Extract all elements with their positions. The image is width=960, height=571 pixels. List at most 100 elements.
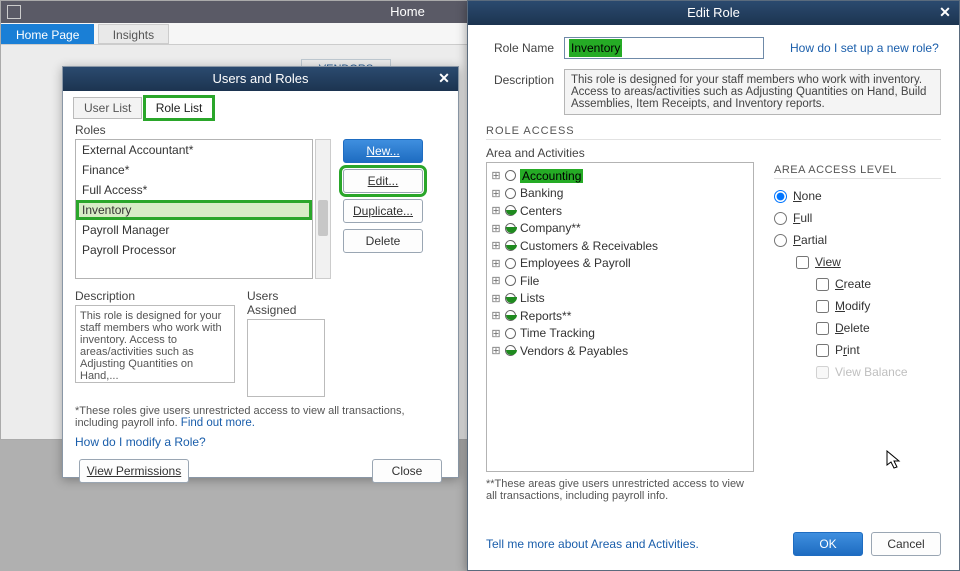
role-description-box: This role is designed for your staff mem…	[75, 305, 235, 383]
access-state-icon	[505, 223, 516, 234]
view-permissions-button[interactable]: View Permissions	[79, 459, 189, 483]
roles-scrollbar[interactable]	[315, 139, 331, 279]
users-assigned-box	[247, 319, 325, 397]
access-view-check[interactable]: View	[796, 255, 941, 269]
areas-note: **These areas give users unrestricted ac…	[486, 478, 754, 502]
users-and-roles-title: Users and Roles	[212, 71, 308, 86]
area-item[interactable]: ⊞ File	[491, 272, 749, 290]
users-and-roles-titlebar[interactable]: Users and Roles ✕	[63, 67, 458, 91]
find-out-more-link[interactable]: Find out more.	[181, 417, 255, 429]
new-button[interactable]: New...	[343, 139, 423, 163]
tab-insights[interactable]: Insights	[98, 24, 169, 44]
access-state-icon	[505, 170, 516, 181]
expand-icon[interactable]: ⊞	[491, 169, 501, 182]
areas-activities-help-link[interactable]: Tell me more about Areas and Activities.	[486, 537, 699, 551]
edit-role-dialog: Edit Role ✕ Role Name Inventory How do I…	[467, 0, 960, 571]
area-access-level-header: AREA ACCESS LEVEL	[774, 164, 941, 179]
role-item[interactable]: External Accountant*	[76, 140, 312, 160]
access-partial-radio[interactable]: Partial	[774, 233, 941, 247]
roles-listbox[interactable]: External Accountant* Finance* Full Acces…	[75, 139, 313, 279]
area-label: Centers	[520, 204, 562, 218]
area-item[interactable]: ⊞ Vendors & Payables	[491, 342, 749, 360]
users-and-roles-dialog: Users and Roles ✕ User List Role List Ro…	[62, 66, 459, 478]
access-state-icon	[505, 258, 516, 269]
area-item[interactable]: ⊞ Centers	[491, 202, 749, 220]
area-label: Time Tracking	[520, 326, 595, 340]
role-item[interactable]: Full Access*	[76, 180, 312, 200]
access-state-icon	[505, 345, 516, 356]
area-item[interactable]: ⊞ Company**	[491, 220, 749, 238]
setup-role-help-link[interactable]: How do I set up a new role?	[790, 37, 939, 55]
access-none-radio[interactable]: None	[774, 189, 941, 203]
expand-icon[interactable]: ⊞	[491, 204, 501, 217]
ok-button[interactable]: OK	[793, 532, 863, 556]
expand-icon[interactable]: ⊞	[491, 292, 501, 305]
role-item[interactable]: Payroll Processor	[76, 240, 312, 260]
area-label: Company**	[520, 221, 581, 235]
area-label: Accounting	[520, 169, 583, 183]
access-modify-check[interactable]: Modify	[816, 299, 941, 313]
expand-icon[interactable]: ⊞	[491, 222, 501, 235]
role-name-label: Role Name	[486, 37, 554, 55]
area-item[interactable]: ⊞Customers & Receivables	[491, 237, 749, 255]
access-print-check[interactable]: Print	[816, 343, 941, 357]
access-state-icon	[505, 205, 516, 216]
access-state-icon	[505, 310, 516, 321]
area-item[interactable]: ⊞ Reports**	[491, 307, 749, 325]
area-label: Vendors & Payables	[520, 344, 628, 358]
users-roles-tabs: User List Role List	[73, 97, 448, 119]
role-item[interactable]: Payroll Manager	[76, 220, 312, 240]
modify-role-link[interactable]: How do I modify a Role?	[75, 435, 446, 449]
popout-icon[interactable]	[7, 5, 21, 19]
access-full-radio[interactable]: Full	[774, 211, 941, 225]
expand-icon[interactable]: ⊞	[491, 257, 501, 270]
role-item[interactable]: Finance*	[76, 160, 312, 180]
area-label: Lists	[520, 291, 545, 305]
area-activities-label: Area and Activities	[486, 146, 941, 160]
users-assigned-label: Users Assigned	[247, 289, 327, 317]
expand-icon[interactable]: ⊞	[491, 239, 501, 252]
role-access-section-header: ROLE ACCESS	[486, 125, 941, 140]
area-item[interactable]: ⊞ Banking	[491, 185, 749, 203]
expand-icon[interactable]: ⊞	[491, 327, 501, 340]
role-desc-label: Description	[486, 69, 554, 87]
tab-home-page[interactable]: Home Page	[1, 24, 94, 44]
unrestricted-note: *These roles give users unrestricted acc…	[75, 405, 446, 429]
edit-button[interactable]: Edit...	[343, 169, 423, 193]
access-create-check[interactable]: Create	[816, 277, 941, 291]
edit-role-title: Edit Role	[687, 5, 740, 20]
cancel-button[interactable]: Cancel	[871, 532, 941, 556]
role-desc-textarea[interactable]: This role is designed for your staff mem…	[564, 69, 941, 115]
access-view-balance-check: View Balance	[816, 365, 941, 379]
access-state-icon	[505, 293, 516, 304]
expand-icon[interactable]: ⊞	[491, 187, 501, 200]
role-item-selected[interactable]: Inventory	[76, 200, 312, 220]
close-button[interactable]: Close	[372, 459, 442, 483]
access-state-icon	[505, 328, 516, 339]
expand-icon[interactable]: ⊞	[491, 274, 501, 287]
area-tree[interactable]: ⊞ Accounting ⊞ Banking ⊞ Centers ⊞ Company** ⊞Cu…	[486, 162, 754, 472]
area-item[interactable]: ⊞ Accounting	[491, 167, 749, 185]
area-item[interactable]: ⊞ Lists	[491, 290, 749, 308]
duplicate-button[interactable]: Duplicate...	[343, 199, 423, 223]
scroll-thumb[interactable]	[318, 200, 328, 236]
access-state-icon	[505, 188, 516, 199]
area-label: File	[520, 274, 539, 288]
area-label: Reports**	[520, 309, 571, 323]
access-state-icon	[505, 240, 516, 251]
roles-label: Roles	[75, 123, 446, 137]
access-delete-check[interactable]: Delete	[816, 321, 941, 335]
close-icon[interactable]: ✕	[436, 71, 452, 87]
close-icon[interactable]: ✕	[937, 5, 953, 21]
area-item[interactable]: ⊞Employees & Payroll	[491, 255, 749, 273]
edit-role-titlebar[interactable]: Edit Role ✕	[468, 1, 959, 25]
expand-icon[interactable]: ⊞	[491, 309, 501, 322]
tab-user-list[interactable]: User List	[73, 97, 142, 119]
home-title: Home	[390, 4, 425, 19]
area-label: Banking	[520, 186, 563, 200]
area-item[interactable]: ⊞ Time Tracking	[491, 325, 749, 343]
delete-button[interactable]: Delete	[343, 229, 423, 253]
tab-role-list[interactable]: Role List	[145, 97, 214, 119]
expand-icon[interactable]: ⊞	[491, 344, 501, 357]
role-name-input[interactable]: Inventory	[564, 37, 764, 59]
